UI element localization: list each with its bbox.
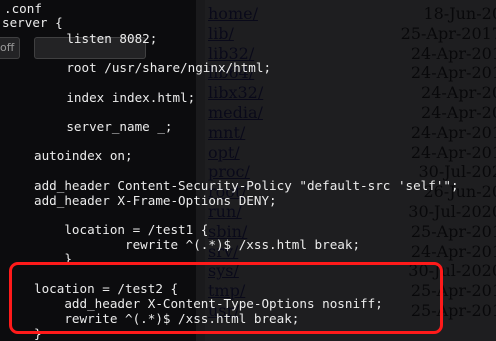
code-line-csp-header: add_header Content-Security-Policy "defa…: [34, 178, 459, 193]
code-line-root: root /usr/share/nginx/html;: [36, 60, 272, 75]
code-line-server-open: server {: [2, 15, 63, 30]
highlight-annotation-box: [9, 262, 443, 334]
code-line-autoindex: autoindex on;: [34, 148, 133, 163]
code-line-index: index index.html;: [36, 90, 196, 105]
toolbar-off-label: off: [0, 41, 15, 54]
code-line-file: .conf: [4, 1, 42, 16]
code-line-frame-header: add_header X-Frame-Options DENY;: [34, 193, 277, 208]
toolbar-off-button[interactable]: off: [0, 37, 20, 59]
terminal-window[interactable]: off .conf server { listen 8082; root /us…: [0, 0, 496, 341]
code-line-listen: listen 8082;: [36, 31, 158, 46]
code-line-test1-open: location = /test1 {: [34, 222, 209, 237]
code-line-server-name: server_name _;: [36, 119, 173, 134]
code-line-test1-rewrite: rewrite ^(.*)$ /xss.html break;: [34, 237, 361, 252]
